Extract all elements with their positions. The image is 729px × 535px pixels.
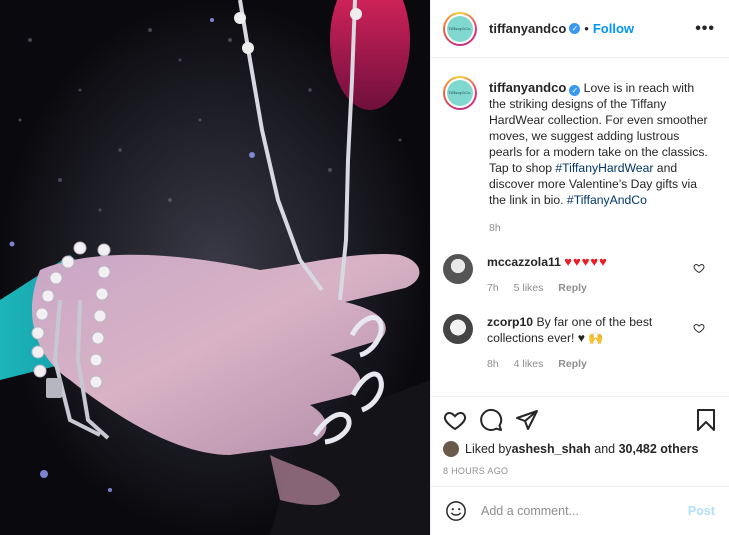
caption-body: tiffanyandco ✓ Love is in reach with the … xyxy=(489,80,713,236)
post-timestamp: 8 HOURS AGO xyxy=(443,466,509,476)
share-paper-plane-icon[interactable] xyxy=(515,408,539,432)
comment-meta: 8h 4 likes Reply xyxy=(487,356,687,372)
post-comment-button[interactable]: Post xyxy=(688,504,715,518)
hashtag-tiffanyandco[interactable]: #TiffanyAndCo xyxy=(567,193,647,207)
liked-by: Liked by ashesh_shah and 30,482 others xyxy=(443,441,717,457)
comment-item: zcorp10 By far one of the best collectio… xyxy=(431,314,729,372)
comment-time: 8h xyxy=(487,358,499,370)
reply-button[interactable]: Reply xyxy=(558,282,587,294)
comment-item: mccazzola11 ♥♥♥♥♥ 7h 5 likes Reply xyxy=(431,254,729,296)
verified-icon: ✓ xyxy=(569,23,581,34)
avatar: Tiffany&Co. xyxy=(447,15,473,42)
comment-username[interactable]: mccazzola11 xyxy=(487,255,561,269)
caption-time: 8h xyxy=(489,222,501,234)
caption-username[interactable]: tiffanyandco xyxy=(489,80,566,95)
bookmark-icon[interactable] xyxy=(695,408,717,432)
avatar-logo-text: Tiffany&Co. xyxy=(448,91,472,95)
avatar: Tiffany&Co. xyxy=(447,80,473,106)
caption: Tiffany&Co. tiffanyandco ✓ Love is in rea… xyxy=(431,58,729,236)
separator-dot: • xyxy=(584,21,589,36)
story-ring-avatar[interactable]: Tiffany&Co. xyxy=(443,11,477,46)
comment-meta: 7h 5 likes Reply xyxy=(487,280,687,296)
comment-icon[interactable] xyxy=(479,408,503,432)
caption-avatar[interactable]: Tiffany&Co. xyxy=(443,76,477,110)
commenter-avatar[interactable] xyxy=(443,314,473,344)
comment-username[interactable]: zcorp10 xyxy=(487,315,533,329)
liked-by-prefix: Liked by xyxy=(465,442,512,456)
liked-by-and: and xyxy=(590,442,619,456)
reply-button[interactable]: Reply xyxy=(558,358,587,370)
hashtag-tiffanyhardwear[interactable]: #TiffanyHardWear xyxy=(555,161,653,175)
commenter-avatar[interactable] xyxy=(443,254,473,284)
post-username[interactable]: tiffanyandco xyxy=(489,21,566,36)
avatar-logo-text: Tiffany&Co. xyxy=(448,26,472,31)
like-heart-icon[interactable] xyxy=(443,408,467,432)
add-comment-bar: Add a comment... Post xyxy=(431,486,729,535)
comment-time: 7h xyxy=(487,282,499,294)
post-image[interactable] xyxy=(0,0,430,535)
post-header: Tiffany&Co. tiffanyandco ✓ • Follow ••• xyxy=(431,0,729,58)
like-comment-heart-icon[interactable] xyxy=(693,262,705,274)
photo-illustration xyxy=(0,0,430,535)
follow-button[interactable]: Follow xyxy=(593,21,634,36)
comment-likes[interactable]: 4 likes xyxy=(514,358,544,370)
verified-icon: ✓ xyxy=(569,85,581,96)
like-comment-heart-icon[interactable] xyxy=(693,322,705,334)
comment-text: ♥♥♥♥♥ xyxy=(564,254,608,269)
more-options-icon[interactable]: ••• xyxy=(695,20,715,38)
likes-count[interactable]: 30,482 others xyxy=(619,442,699,456)
liker-avatar[interactable] xyxy=(443,441,459,457)
comment-input[interactable]: Add a comment... xyxy=(481,504,688,518)
post-actions: Liked by ashesh_shah and 30,482 others 8… xyxy=(431,396,729,476)
emoji-icon[interactable] xyxy=(445,500,467,522)
comment-likes[interactable]: 5 likes xyxy=(514,282,544,294)
liked-by-user[interactable]: ashesh_shah xyxy=(512,442,591,456)
post-side-panel: Tiffany&Co. tiffanyandco ✓ • Follow ••• … xyxy=(430,0,729,535)
